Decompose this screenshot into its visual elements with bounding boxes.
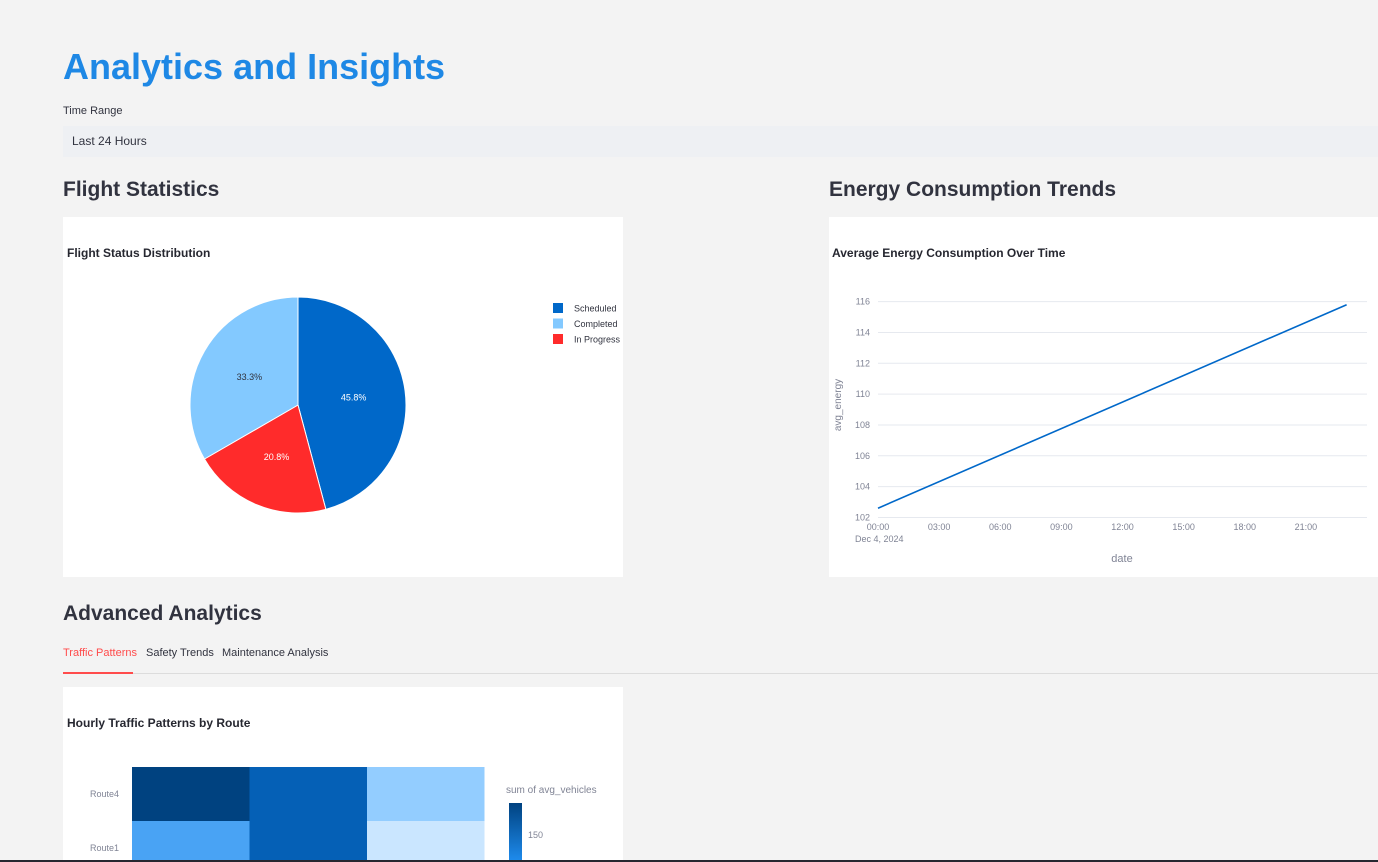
heatmap-cell <box>132 767 250 821</box>
flight-status-chart-panel: Flight Status Distribution 45.8% 20.8% 33.… <box>63 217 623 577</box>
advanced-analytics-heading: Advanced Analytics <box>63 602 262 625</box>
legend-item: In Progress <box>574 335 621 345</box>
colorbar-title: sum of avg_vehicles <box>506 785 597 796</box>
heatmap-cell <box>249 767 367 821</box>
x-tick-label: 09:00 <box>1050 522 1073 532</box>
y-tick-label: 114 <box>856 327 870 337</box>
x-tick-label: 12:00 <box>1111 522 1134 532</box>
heatmap-cell <box>367 767 485 821</box>
energy-trends-heading: Energy Consumption Trends <box>829 178 1117 201</box>
tab-maintenance-analysis[interactable]: Maintenance Analysis <box>222 647 328 659</box>
x-axis-sublabel: Dec 4, 2024 <box>855 534 904 544</box>
legend-swatch <box>553 318 563 329</box>
tab-safety-trends[interactable]: Safety Trends <box>146 647 214 659</box>
legend-item: Scheduled <box>574 304 617 314</box>
heatmap-cell <box>249 821 367 862</box>
heatmap-cell <box>367 821 485 862</box>
x-axis-label: date <box>1111 553 1132 565</box>
legend-item: Completed <box>574 319 618 329</box>
heatmap-row-label: Route1 <box>90 843 119 853</box>
y-tick-label: 108 <box>855 420 870 430</box>
pie-chart: 45.8% 20.8% 33.3% Scheduled Completed In Pro… <box>189 296 621 514</box>
pie-slice-label: 33.3% <box>237 372 263 382</box>
colorbar-tick: 150 <box>528 830 543 840</box>
x-tick-label: 00:00 <box>867 522 890 532</box>
legend-swatch <box>553 303 563 313</box>
heatmap-cell <box>132 821 250 862</box>
energy-line <box>877 303 1347 509</box>
page-title: Analytics and Insights <box>63 46 446 87</box>
y-tick-label: 106 <box>855 451 870 461</box>
y-axis-label: avg_energy <box>833 379 844 431</box>
x-tick-label: 18:00 <box>1233 522 1256 532</box>
active-tab-indicator <box>63 672 133 674</box>
y-tick-label: 104 <box>855 482 870 492</box>
tab-divider <box>63 673 1378 674</box>
tab-traffic-patterns[interactable]: Traffic Patterns <box>63 647 137 659</box>
colorbar <box>509 803 522 862</box>
x-tick-label: 21:00 <box>1295 522 1318 532</box>
x-tick-label: 15:00 <box>1172 522 1195 532</box>
heatmap-row-label: Route4 <box>90 789 119 799</box>
time-range-select[interactable]: Last 24 Hours <box>63 126 1378 157</box>
line-chart: 102 104 106 108 110 112 114 116 00:00 03:00 06:00 0… <box>833 297 1367 565</box>
pie-slice-label: 20.8% <box>264 452 290 462</box>
traffic-heatmap-panel: Hourly Traffic Patterns by Route Route4 R… <box>63 687 623 862</box>
y-tick-label: 112 <box>856 358 870 368</box>
pie-slice-label: 45.8% <box>341 393 367 403</box>
energy-chart-panel: Average Energy Consumption Over Time 102… <box>829 217 1378 577</box>
heatmap-chart: Route4 Route1 sum of avg_vehicles 150 <box>90 767 597 862</box>
y-tick-label: 116 <box>856 297 870 307</box>
y-tick-label: 110 <box>856 389 870 399</box>
legend-swatch <box>553 334 563 344</box>
x-tick-label: 06:00 <box>989 522 1012 532</box>
y-tick-label: 102 <box>855 512 870 522</box>
time-range-label: Time Range <box>63 105 123 117</box>
flight-statistics-heading: Flight Statistics <box>63 178 220 201</box>
x-tick-label: 03:00 <box>928 522 951 532</box>
